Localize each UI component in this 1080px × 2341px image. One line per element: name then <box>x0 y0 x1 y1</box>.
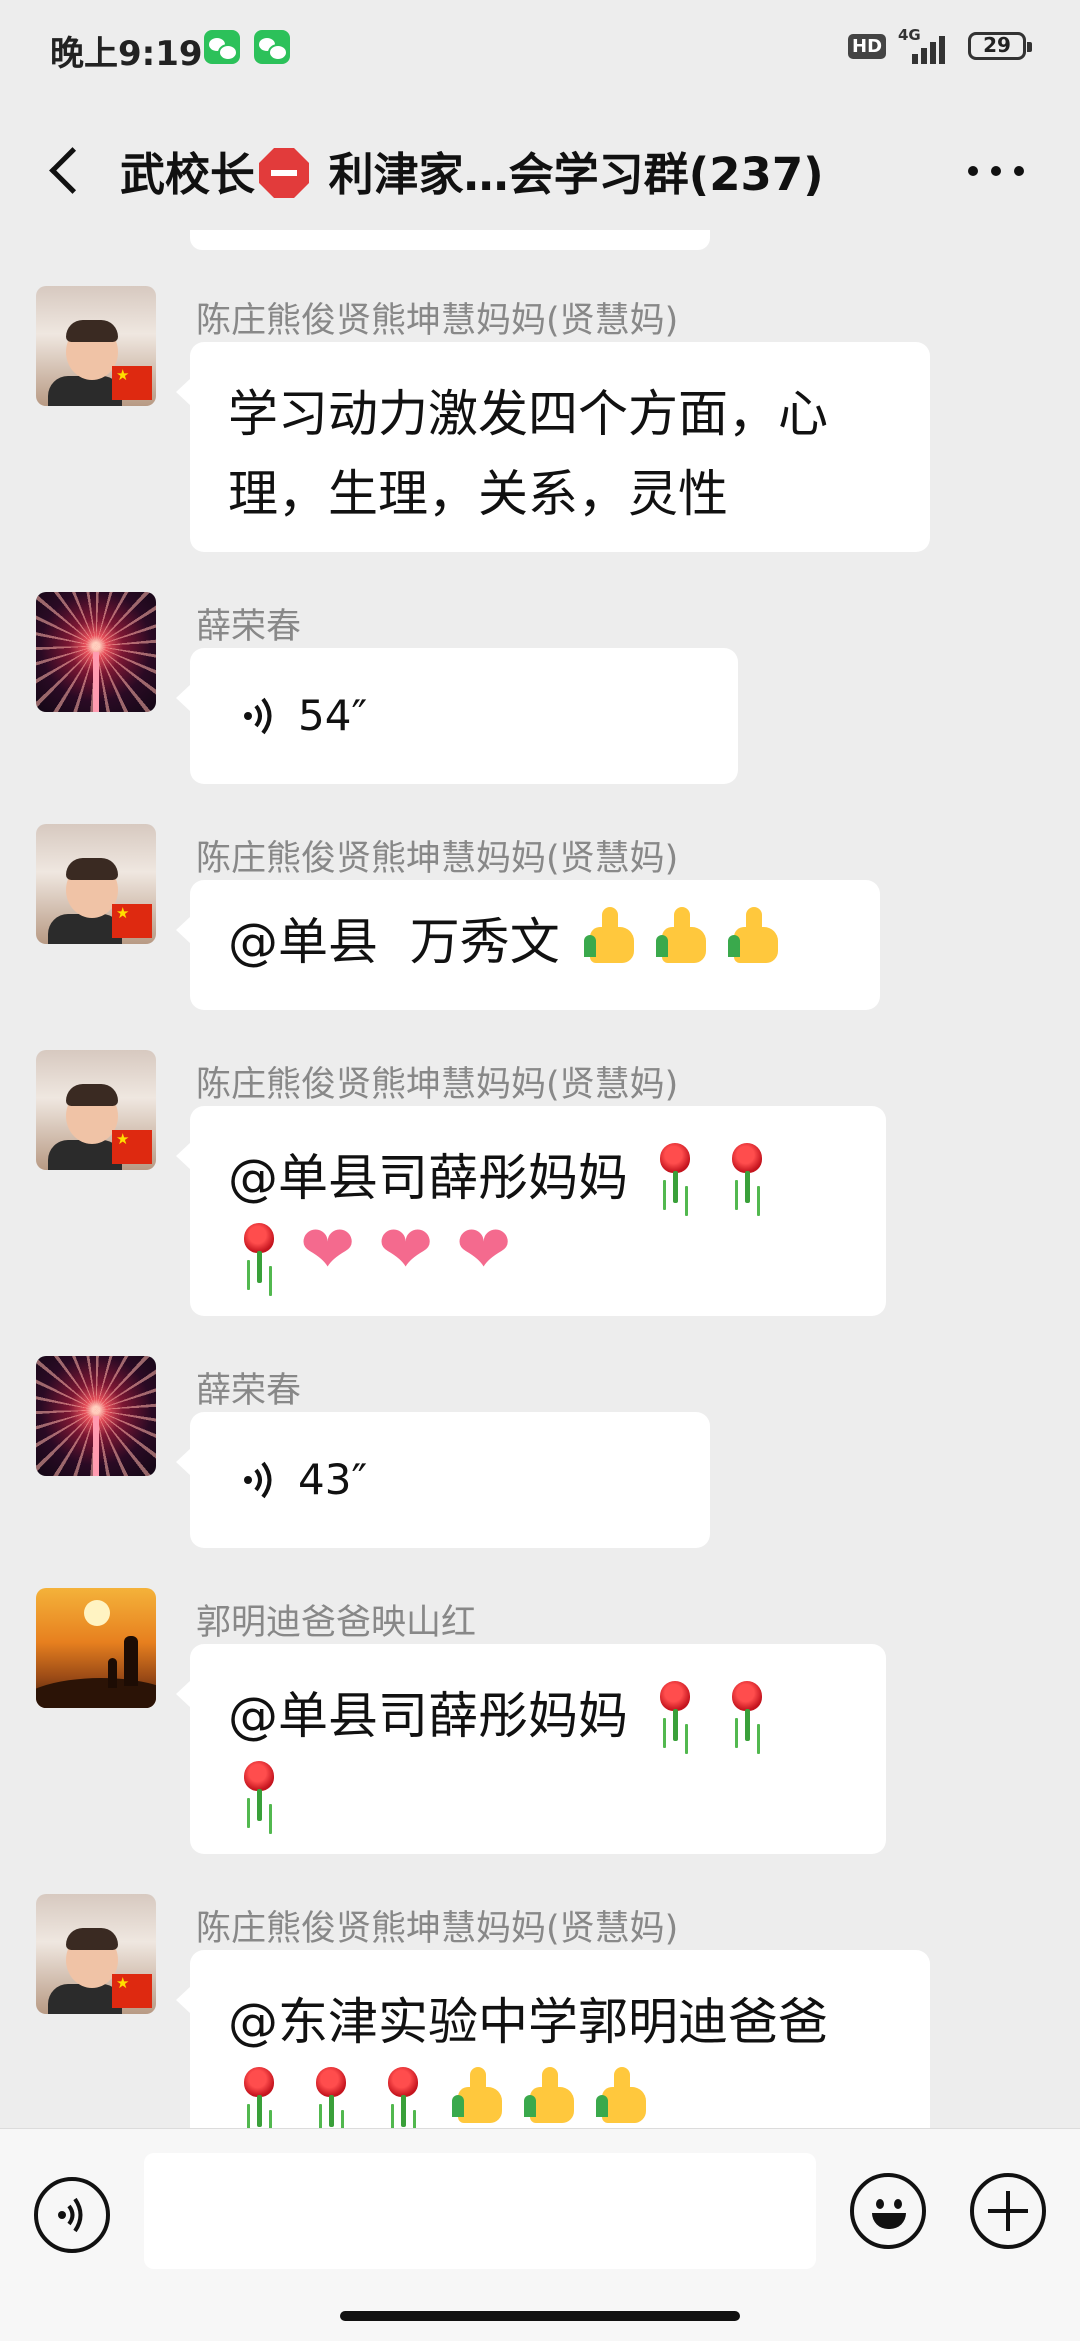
status-time: 晚上9:19 <box>50 34 203 74</box>
rose-icon <box>228 1221 292 1285</box>
wechat-notification-icon <box>204 30 240 64</box>
back-arrow-icon[interactable] <box>42 140 82 200</box>
heart-icon <box>456 1215 526 1285</box>
avatar[interactable] <box>36 1588 156 1708</box>
message-text: @东津实验中学郭明迪爸爸 <box>228 1993 828 2051</box>
rose-icon <box>228 2065 292 2128</box>
avatar[interactable] <box>36 1894 156 2014</box>
sender-name: 郭明迪爸爸映山红 <box>196 1603 477 1643</box>
rose-icon <box>716 1679 780 1743</box>
voice-duration: 43″ <box>298 1455 368 1504</box>
message-bubble[interactable]: @单县司薛彤妈妈 <box>176 1106 886 1316</box>
chat-header: 武校长 利津家…会学习群(237) <box>0 110 1080 230</box>
heart-icon <box>378 1215 448 1285</box>
avatar[interactable] <box>36 1356 156 1476</box>
chat-title: 武校长 利津家…会学习群(237) <box>120 138 910 203</box>
message-input[interactable] <box>144 2153 816 2269</box>
voice-wave-icon <box>244 697 272 735</box>
sender-name: 薛荣春 <box>196 607 302 647</box>
message-text: @单县司薛彤妈妈 <box>228 1149 644 1207</box>
sender-name: 薛荣春 <box>196 1371 302 1411</box>
sender-name: 陈庄熊俊贤熊坤慧妈妈(贤慧妈) <box>196 1065 679 1105</box>
home-indicator[interactable] <box>340 2311 740 2321</box>
thumbs-up-icon <box>516 2065 580 2128</box>
previous-message-bubble[interactable] <box>190 230 710 250</box>
thumbs-up-icon <box>648 905 712 969</box>
battery-level: 29 <box>983 33 1011 57</box>
rose-icon <box>372 2065 436 2128</box>
thumbs-up-icon <box>576 905 640 969</box>
thumbs-up-icon <box>444 2065 508 2128</box>
sender-name: 陈庄熊俊贤熊坤慧妈妈(贤慧妈) <box>196 301 679 341</box>
thumbs-up-icon <box>588 2065 652 2128</box>
hd-icon: HD <box>848 34 887 59</box>
message-bubble[interactable]: @单县司薛彤妈妈 <box>176 1644 886 1854</box>
china-flag-icon <box>112 1974 152 2008</box>
avatar[interactable] <box>36 286 156 406</box>
voice-input-icon[interactable] <box>34 2177 110 2253</box>
china-flag-icon <box>112 904 152 938</box>
message-text: @单县司薛彤妈妈 <box>228 1687 644 1745</box>
sender-name: 陈庄熊俊贤熊坤慧妈妈(贤慧妈) <box>196 839 679 879</box>
china-flag-icon <box>112 366 152 400</box>
sender-name: 陈庄熊俊贤熊坤慧妈妈(贤慧妈) <box>196 1909 679 1949</box>
rose-icon <box>644 1141 708 1205</box>
avatar[interactable] <box>36 824 156 944</box>
message-bubble[interactable]: @单县 万秀文 <box>176 880 880 1010</box>
signal-icon: 4G <box>890 26 950 66</box>
rose-icon <box>716 1141 780 1205</box>
message-text: 学习动力激发四个方面，心理，生理，关系，灵性 <box>228 385 828 523</box>
rose-icon <box>644 1679 708 1743</box>
voice-duration: 54″ <box>298 691 368 740</box>
rose-icon <box>300 2065 364 2128</box>
voice-message-bubble[interactable]: 43″ <box>176 1412 710 1548</box>
title-part1: 武校长 <box>120 148 256 201</box>
title-part2: 利津家…会学习群(237) <box>313 148 824 201</box>
avatar[interactable] <box>36 1050 156 1170</box>
china-flag-icon <box>112 1130 152 1164</box>
rose-icon <box>228 1759 292 1823</box>
message-text: @单县 万秀文 <box>228 913 576 971</box>
input-bar <box>0 2128 1080 2341</box>
status-bar: 晚上9:19 HD 4G 29 <box>0 0 1080 100</box>
plus-icon[interactable] <box>970 2173 1046 2249</box>
battery-icon: 29 <box>968 32 1032 60</box>
chat-message-list[interactable]: 陈庄熊俊贤熊坤慧妈妈(贤慧妈) 学习动力激发四个方面，心理，生理，关系，灵性 薛… <box>0 230 1080 2128</box>
voice-wave-icon <box>244 1461 272 1499</box>
voice-message-bubble[interactable]: 54″ <box>176 648 738 784</box>
smiley-icon[interactable] <box>850 2173 926 2249</box>
network-type: 4G <box>898 26 921 44</box>
thumbs-up-icon <box>720 905 784 969</box>
message-bubble[interactable]: @东津实验中学郭明迪爸爸 <box>176 1950 930 2128</box>
stop-sign-icon <box>259 148 310 198</box>
message-bubble[interactable]: 学习动力激发四个方面，心理，生理，关系，灵性 <box>176 342 930 552</box>
heart-icon <box>300 1215 370 1285</box>
more-options-icon[interactable] <box>966 160 1026 180</box>
avatar[interactable] <box>36 592 156 712</box>
wechat-notification-icon <box>254 30 290 64</box>
